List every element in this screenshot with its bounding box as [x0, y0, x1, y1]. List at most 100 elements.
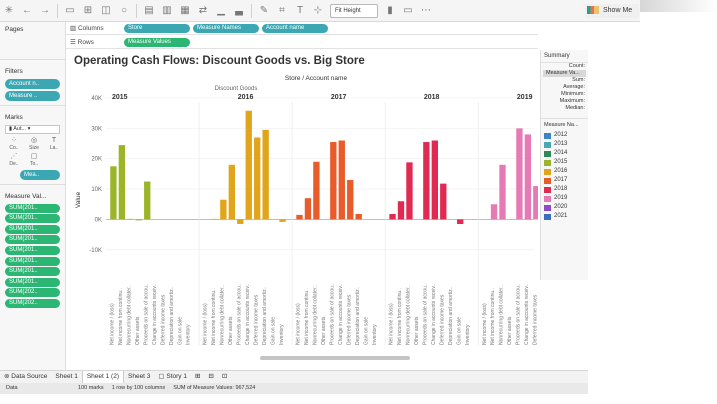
filter-pill-account[interactable]: Account n..: [5, 79, 60, 89]
highlight-icon[interactable]: ✎: [258, 5, 270, 17]
category-label: Nonrecurring debt collater..: [499, 285, 505, 345]
columns-pill-measure-names[interactable]: Measure Names: [193, 23, 259, 33]
y-tick-label: 0K: [95, 217, 102, 223]
presentation-icon[interactable]: ▭: [402, 5, 414, 17]
tab-data-source[interactable]: ⊚ Data Source: [0, 371, 51, 383]
summary-count: Count:: [568, 63, 585, 69]
legend-item[interactable]: 2012: [541, 131, 588, 140]
pages-shelf[interactable]: [0, 35, 65, 55]
horizontal-scrollbar[interactable]: [260, 356, 410, 360]
refresh-icon[interactable]: ○: [118, 5, 130, 17]
category-label: Depreciation and amortiz..: [448, 287, 454, 345]
measure-value-pill[interactable]: SUM(201..: [5, 203, 60, 213]
status-rows-cols: 1 row by 100 columns: [111, 385, 166, 391]
measure-value-pill[interactable]: SUM(202..: [5, 298, 60, 308]
legend-item[interactable]: 2014: [541, 149, 588, 158]
detail-button[interactable]: ⋰ De..: [5, 153, 23, 167]
swap-icon[interactable]: ⇄: [197, 5, 209, 17]
measure-value-pill[interactable]: SUM(201..: [5, 277, 60, 287]
sort-desc-icon[interactable]: ▃: [233, 5, 245, 17]
status-bar: Data 100 marks 1 row by 100 columns SUM …: [0, 383, 588, 394]
legend-item[interactable]: 2019: [541, 194, 588, 203]
mark-type-select[interactable]: ▮ Aut... ▾: [5, 125, 60, 134]
new-datasource-icon[interactable]: ⊞: [82, 5, 94, 17]
legend-swatch: [544, 204, 551, 211]
forward-icon[interactable]: →: [39, 5, 51, 17]
pin-icon[interactable]: ⊹: [312, 5, 324, 17]
back-icon[interactable]: ←: [21, 5, 33, 17]
new-dashboard-tab-icon[interactable]: ⊟: [204, 371, 217, 383]
sort-asc-icon[interactable]: ▁: [215, 5, 227, 17]
legend-item[interactable]: 2021: [541, 212, 588, 221]
bar: [457, 219, 464, 225]
legend-item[interactable]: 2015: [541, 158, 588, 167]
summary-title: Summary: [541, 50, 588, 63]
status-sum: SUM of Measure Values: 967,524: [173, 385, 256, 391]
clear-icon[interactable]: ▦: [179, 5, 191, 17]
tooltip-button[interactable]: ▢ To..: [25, 153, 43, 167]
category-label: Nonrecurring debt collater..: [220, 285, 226, 345]
filter-pill-measure[interactable]: Measure ..: [5, 91, 60, 101]
label-icon[interactable]: T: [294, 5, 306, 17]
rows-pill-measure-values[interactable]: Measure Values: [124, 37, 190, 47]
detail-icon: ⋰: [10, 153, 18, 160]
filters-title: Filters: [5, 68, 23, 75]
measure-value-pill[interactable]: SUM(201..: [5, 267, 60, 277]
measure-value-pill[interactable]: SUM(201..: [5, 224, 60, 234]
year-header: 2019: [517, 94, 533, 101]
legend-item[interactable]: 2016: [541, 167, 588, 176]
duplicate-icon[interactable]: ▥: [161, 5, 173, 17]
new-story-tab-icon[interactable]: ⊡: [218, 371, 231, 383]
legend-label: 2014: [554, 150, 568, 156]
new-sheet-icon[interactable]: ▤: [143, 5, 155, 17]
chart-icon[interactable]: ▮: [384, 5, 396, 17]
column-header: Store / Account name: [285, 75, 348, 82]
category-label: Proceeds on sale of accou..: [423, 283, 429, 345]
measure-value-pill[interactable]: SUM(201..: [5, 245, 60, 255]
measure-names-pill[interactable]: Mea..: [20, 170, 60, 180]
category-label: Deferred income taxes: [439, 294, 445, 345]
label-label: La..: [49, 145, 59, 151]
category-label: Net income from continu..: [397, 288, 403, 345]
show-me-button[interactable]: Show Me: [585, 4, 639, 18]
right-panel: Summary Count: Measure Va... Sum: Averag…: [540, 50, 588, 280]
new-sheet-tab-icon[interactable]: ⊞: [191, 371, 204, 383]
bar-chart: Store / Account name Discount Goods 40K 30K…: [75, 75, 657, 345]
save-icon[interactable]: ▭: [64, 5, 76, 17]
legend-label: 2019: [554, 195, 568, 201]
legend-item[interactable]: 2018: [541, 185, 588, 194]
legend-item[interactable]: 2020: [541, 203, 588, 212]
store-header: Discount Goods: [215, 86, 258, 92]
pause-icon[interactable]: ◫: [100, 5, 112, 17]
marks-card: ⁘ Co.. ◎ Size T La.. ⋰ De.. ▢ To..: [5, 137, 60, 167]
columns-pill-account-name[interactable]: Account name: [262, 23, 328, 33]
year-header: 2015: [112, 94, 128, 101]
color-button[interactable]: ⁘ Co..: [5, 137, 23, 151]
bar: [110, 166, 117, 220]
category-label: Nonrecurring debt collater..: [406, 285, 412, 345]
rows-shelf[interactable]: ☰ Rows Measure Values: [66, 36, 538, 49]
legend-item[interactable]: 2017: [541, 176, 588, 185]
measure-value-pill[interactable]: SUM(201..: [5, 256, 60, 266]
y-tick-label: -10K: [89, 248, 102, 254]
tab-story-1-label: Story 1: [166, 373, 187, 380]
share-icon[interactable]: ⋯: [420, 5, 432, 17]
tab-sheet-3[interactable]: Sheet 3: [124, 371, 154, 383]
group-icon[interactable]: ⌗: [276, 5, 288, 17]
bar: [296, 214, 303, 220]
size-button[interactable]: ◎ Size: [25, 137, 43, 151]
tab-story-1[interactable]: ▢ Story 1: [154, 371, 191, 383]
legend-item[interactable]: 2013: [541, 140, 588, 149]
fit-select[interactable]: Fit Height: [330, 3, 378, 18]
tab-sheet-1[interactable]: Sheet 1: [51, 371, 81, 383]
measure-value-pill[interactable]: SUM(202..: [5, 288, 60, 298]
tab-sheet-1-2[interactable]: Sheet 1 (2): [81, 371, 124, 383]
columns-shelf[interactable]: ▥ Columns Store Measure Names Account na…: [66, 22, 538, 35]
measure-value-pill[interactable]: SUM(201..: [5, 235, 60, 245]
category-label: Net income / (loss): [389, 303, 395, 345]
legend-label: 2015: [554, 159, 568, 165]
label-button[interactable]: T La..: [45, 137, 63, 151]
columns-pill-store[interactable]: Store: [124, 23, 190, 33]
measure-value-pill[interactable]: SUM(201..: [5, 214, 60, 224]
category-label: Net income from continu..: [304, 288, 310, 345]
